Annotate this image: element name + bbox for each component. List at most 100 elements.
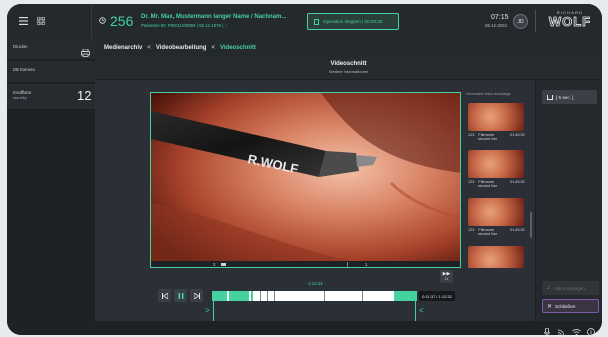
main-content: Medienarchiv < Videobearbeitung < Videos…: [95, 38, 602, 325]
skip-back-button[interactable]: [158, 289, 171, 302]
time-display: 0:11:37 / 1:12:32: [419, 291, 455, 301]
timeline-tick: [267, 291, 268, 301]
page-subtitle: Weitere Informationen: [328, 69, 369, 74]
film-icon: [221, 263, 226, 266]
recording-index: 123: [468, 228, 475, 232]
right-panel: [ 5 sec. ] ✓ Video erzeugen ✕ Schließen: [535, 80, 602, 321]
recording-line2: second line: [478, 232, 498, 236]
recordings-header: Generated video recordings: [466, 92, 511, 96]
timeline-segment: [212, 291, 227, 301]
status-bar: [7, 321, 602, 335]
sidebar-item-label: DB Kamera: [13, 67, 35, 72]
speed-button[interactable]: ▶▶ 1x: [440, 270, 453, 283]
breadcrumb-item-archive[interactable]: Medienarchiv: [104, 45, 142, 51]
recording-duration: 01:45:32: [510, 228, 525, 232]
marker-right: 1: [365, 262, 368, 267]
clock-date: 06.12.2022: [485, 23, 507, 28]
recording-line2: second line: [478, 137, 498, 141]
user-initials: JD: [517, 18, 524, 25]
interval-button[interactable]: [ 5 sec. ]: [542, 90, 597, 104]
recording-duration: 01:45:32: [510, 133, 525, 137]
recording-thumbnail[interactable]: [468, 150, 524, 178]
sidebar-item-printer[interactable]: Drucker: [7, 38, 95, 60]
brand-logo: RICHARD WOLF: [545, 10, 595, 32]
brand-main: WOLF: [548, 14, 592, 29]
info-icon[interactable]: [587, 323, 595, 335]
sidebar-item-label: Drucker: [13, 44, 28, 49]
menu-icon[interactable]: [17, 15, 29, 27]
divider: [91, 4, 92, 38]
operation-stop-button[interactable]: Operation stoppen | 00:00:32: [307, 13, 399, 30]
recording-item[interactable]: 123 Filename 01:45:32 second line: [468, 133, 530, 141]
printer-icon: [81, 44, 90, 62]
timeline-tick: [260, 291, 261, 301]
user-avatar[interactable]: JD: [513, 14, 528, 29]
chevron-left-icon: <: [147, 45, 151, 51]
close-icon: ✕: [547, 303, 553, 310]
breadcrumb: Medienarchiv < Videobearbeitung < Videos…: [95, 38, 602, 58]
microphone-icon[interactable]: [544, 323, 550, 335]
skip-back-icon: [161, 292, 168, 299]
sidebar-item-status: standby: [13, 95, 28, 100]
recording-thumbnail[interactable]: [468, 103, 524, 131]
checkmark-icon: ✓: [546, 285, 552, 292]
create-video-button[interactable]: ✓ Video erzeugen: [542, 281, 599, 295]
speed-label: 1x: [444, 277, 449, 281]
pause-icon: [178, 292, 183, 299]
timecode: 1:12:31: [308, 281, 324, 286]
endoscope-image: R.WOLF: [151, 93, 460, 261]
sidebar-item-insufflator[interactable]: Insufflator standby 12: [7, 84, 95, 110]
interval-label: [ 5 sec. ]: [556, 94, 574, 100]
timeline-tick: [362, 291, 363, 301]
patient-name: Dr. Mr. Max, Mustermann langer Name / Na…: [141, 14, 287, 20]
sidebar: Drucker DB Kamera Insufflator standby 12: [7, 38, 95, 321]
chevron-left-icon: <: [211, 45, 215, 51]
video-frame[interactable]: R.WOLF 2 1: [150, 92, 461, 268]
insufflator-value: 12: [77, 88, 92, 103]
page-header: Videoschnitt Weitere Informationen: [95, 58, 602, 80]
divider: [347, 262, 348, 267]
recording-index: 123: [468, 180, 475, 184]
patient-info: Patienten-ID: PID01U00999 | 06.12.1976 |…: [141, 23, 228, 28]
close-button[interactable]: ✕ Schließen: [542, 299, 599, 313]
create-video-label: Video erzeugen: [554, 285, 585, 291]
timeline-segment: [251, 291, 253, 301]
recordings-panel: Generated video recordings 123 Filename …: [466, 92, 534, 268]
timeline-tick: [274, 291, 275, 301]
top-bar: 256 Dr. Mr. Max, Mustermann langer Name …: [7, 4, 602, 38]
chevron-left-icon: <: [419, 306, 424, 315]
divider: [535, 10, 536, 32]
operation-stop-label: Operation stoppen | 00:00:32: [323, 19, 383, 24]
recording-duration: 01:45:32: [510, 180, 525, 184]
marker-bar: 2 1: [151, 261, 460, 267]
timeline-segment: [394, 291, 417, 301]
recording-line2: second line: [478, 184, 498, 188]
recording-index: 123: [468, 133, 475, 137]
timeline-tick: [324, 291, 325, 301]
clock-time: 07:15: [491, 14, 509, 21]
grid-icon[interactable]: [35, 15, 47, 27]
counter-value: 256: [110, 13, 134, 29]
skip-forward-button[interactable]: [190, 289, 203, 302]
wifi-icon[interactable]: [572, 323, 581, 335]
recording-thumbnail[interactable]: [468, 198, 524, 226]
recording-item[interactable]: 123 Filename 01:45:32 second line: [468, 180, 530, 188]
clock-icon: [99, 17, 106, 24]
device-screen: 256 Dr. Mr. Max, Mustermann langer Name …: [7, 4, 602, 335]
recording-item[interactable]: 123 Filename 01:45:32 second line: [468, 228, 530, 236]
marker-left: 2: [213, 262, 216, 267]
stop-icon: [314, 18, 319, 25]
chevron-right-icon: >: [205, 306, 210, 315]
cast-icon[interactable]: [557, 323, 566, 335]
skip-forward-icon: [193, 292, 200, 299]
scrollbar[interactable]: [530, 212, 532, 238]
timeline-track[interactable]: [212, 291, 417, 301]
page-title: Videoschnitt: [330, 61, 367, 67]
pause-button[interactable]: [174, 289, 187, 302]
timeline-segment: [229, 291, 249, 301]
sidebar-item-camera[interactable]: DB Kamera: [7, 61, 95, 83]
recording-thumbnail[interactable]: [468, 246, 524, 268]
close-label: Schließen: [555, 303, 576, 309]
breadcrumb-item-editing[interactable]: Videobearbeitung: [156, 45, 207, 51]
breadcrumb-item-current: Videoschnitt: [219, 45, 256, 51]
